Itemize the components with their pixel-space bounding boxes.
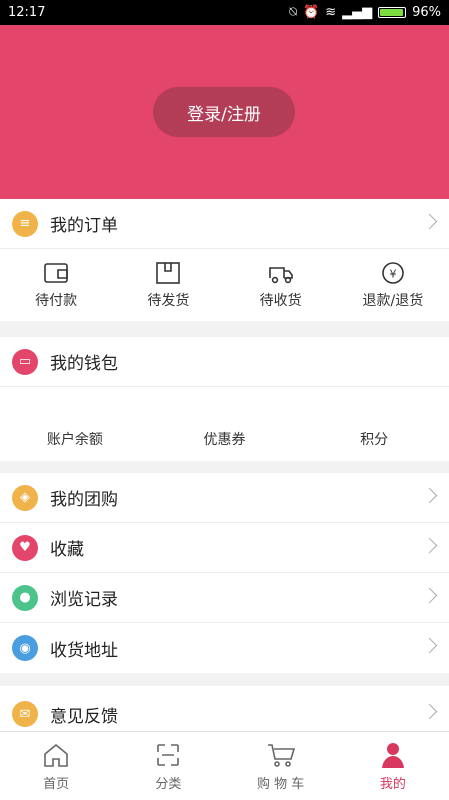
svg-text:¥: ¥: [389, 268, 396, 281]
chevron-right-icon: [421, 213, 438, 230]
shipping-address-row[interactable]: ◉ 收货地址: [0, 623, 449, 673]
nav-category-label: 分类: [155, 776, 182, 792]
chevron-right-icon: [421, 587, 438, 604]
order-refund-return-label: 退款/退货: [362, 293, 424, 309]
order-pending-payment[interactable]: 待付款: [0, 249, 112, 321]
mail-icon: ✉: [12, 701, 38, 727]
group-buy-label: 我的团购: [50, 490, 118, 510]
nav-cart-label: 购 物 车: [256, 776, 305, 792]
wifi-icon: ≋: [325, 5, 337, 20]
orders-card: ≡ 我的订单 待付款 待发货 待收货 ¥ 退款/退货: [0, 199, 449, 321]
cart-icon: [267, 743, 295, 767]
favorites-row[interactable]: ♥ 收藏: [0, 523, 449, 573]
order-pending-shipment[interactable]: 待发货: [112, 249, 224, 321]
feedback-row[interactable]: ✉ 意见反馈: [0, 689, 449, 731]
nav-profile-label: 我的: [379, 776, 406, 792]
order-list-icon: ≡: [12, 210, 38, 237]
wallet-card-icon: ▭: [12, 348, 38, 375]
order-pending-receipt[interactable]: 待收货: [225, 249, 337, 321]
chevron-right-icon: [421, 637, 438, 654]
order-pending-payment-label: 待付款: [35, 293, 78, 309]
favorites-label: 收藏: [50, 540, 84, 560]
bottom-nav: 首页 分类 购 物 车 我的: [0, 731, 449, 800]
shipping-address-label: 收货地址: [50, 640, 118, 661]
box-icon: [156, 262, 181, 284]
status-icons: ⍉ ⏰ ≋ ▂▄▆ 96%: [289, 5, 441, 20]
coupons[interactable]: 优惠券: [150, 429, 300, 449]
chevron-right-icon: [421, 703, 438, 720]
feedback-label: 意见反馈: [50, 706, 118, 727]
nav-cart[interactable]: 购 物 车: [225, 732, 337, 800]
my-wallet-row[interactable]: ▭ 我的钱包: [0, 337, 449, 387]
location-icon: ◉: [12, 635, 38, 661]
nav-profile[interactable]: 我的: [337, 732, 449, 800]
status-time: 12:17: [8, 5, 46, 20]
truck-icon: [268, 267, 293, 284]
login-register-button[interactable]: 登录/注册: [153, 87, 295, 137]
heart-icon: ♥: [12, 534, 38, 561]
browse-history-label: 浏览记录: [50, 590, 118, 610]
my-orders-label: 我的订单: [50, 216, 118, 236]
chevron-right-icon: [421, 537, 438, 554]
order-pending-shipment-label: 待发货: [147, 293, 190, 309]
browse-history-row[interactable]: ● 浏览记录: [0, 573, 449, 623]
points[interactable]: 积分: [299, 429, 449, 449]
order-pending-receipt-label: 待收货: [259, 293, 302, 309]
profile-icon: [381, 742, 404, 768]
battery-icon: [378, 7, 407, 18]
wallet-icon: [44, 263, 68, 283]
refund-icon: ¥: [382, 262, 404, 284]
status-bar: 12:17 ⍉ ⏰ ≋ ▂▄▆ 96%: [0, 0, 449, 25]
my-orders-row[interactable]: ≡ 我的订单: [0, 199, 449, 249]
footprint-icon: ●: [12, 584, 38, 611]
battery-percent: 96%: [412, 5, 441, 20]
nav-home-label: 首页: [43, 776, 70, 792]
chevron-right-icon: [421, 487, 438, 504]
wallet-stats: 账户余额 优惠券 积分: [0, 387, 449, 461]
tag-icon: ◈: [12, 484, 38, 511]
order-refund-return[interactable]: ¥ 退款/退货: [337, 249, 449, 321]
menu-card: ◈ 我的团购 ♥ 收藏 ● 浏览记录 ◉ 收货地址: [0, 473, 449, 673]
category-icon: [157, 743, 180, 766]
my-wallet-label: 我的钱包: [50, 354, 118, 374]
wallet-card: ▭ 我的钱包 账户余额 优惠券 积分: [0, 337, 449, 461]
profile-header: 登录/注册: [0, 25, 449, 199]
mute-icon: ⍉: [289, 5, 297, 20]
nav-home[interactable]: 首页: [0, 732, 112, 800]
group-buy-row[interactable]: ◈ 我的团购: [0, 473, 449, 523]
signal-icon: ▂▄▆: [342, 5, 373, 20]
home-icon: [44, 743, 68, 767]
feedback-card: ✉ 意见反馈: [0, 686, 449, 731]
account-balance[interactable]: 账户余额: [0, 429, 150, 449]
nav-category[interactable]: 分类: [112, 732, 224, 800]
alarm-icon: ⏰: [303, 5, 320, 20]
order-status-grid: 待付款 待发货 待收货 ¥ 退款/退货: [0, 249, 449, 321]
